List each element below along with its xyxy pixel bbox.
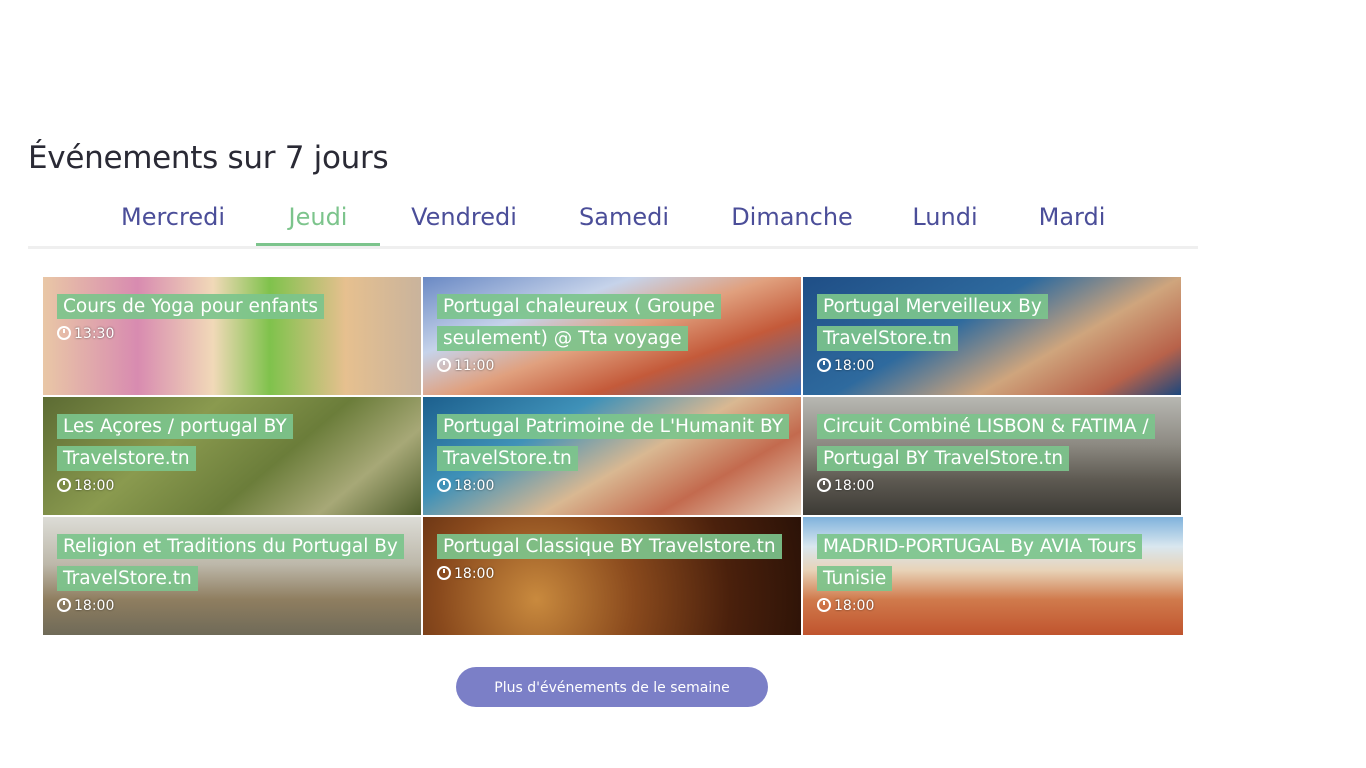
event-card[interactable]: MADRID-PORTUGAL By AVIA Tours Tunisie 18… [803, 517, 1183, 635]
clock-icon [437, 566, 451, 580]
event-card[interactable]: Portugal Merveilleux By TravelStore.tn 1… [803, 277, 1181, 395]
event-title: Portugal Patrimoine de L'Humanit BY Trav… [437, 414, 790, 471]
tab-dimanche[interactable]: Dimanche [716, 196, 868, 243]
event-time: 18:00 [57, 597, 409, 615]
clock-icon [57, 598, 71, 612]
event-title: Cours de Yoga pour enfants [57, 294, 325, 319]
clock-icon [817, 358, 831, 372]
section-title: Événements sur 7 jours [28, 140, 389, 176]
events-grid: Cours de Yoga pour enfants 13:30 Portuga… [43, 277, 1183, 637]
event-card[interactable]: Portugal Patrimoine de L'Humanit BY Trav… [423, 397, 801, 515]
clock-icon [817, 478, 831, 492]
event-title: Circuit Combiné LISBON & FATIMA / Portug… [817, 414, 1155, 471]
event-time: 11:00 [437, 357, 789, 375]
tab-mercredi[interactable]: Mercredi [106, 196, 240, 243]
event-time: 18:00 [437, 565, 789, 583]
tab-vendredi[interactable]: Vendredi [396, 196, 532, 243]
event-time: 18:00 [817, 597, 1171, 615]
tab-jeudi[interactable]: Jeudi [256, 196, 380, 246]
tab-samedi[interactable]: Samedi [564, 196, 684, 243]
event-card[interactable]: Les Açores / portugal BY Travelstore.tn … [43, 397, 421, 515]
clock-icon [57, 478, 71, 492]
clock-icon [437, 478, 451, 492]
event-card[interactable]: Religion et Traditions du Portugal By Tr… [43, 517, 421, 635]
event-time: 18:00 [57, 477, 409, 495]
event-card[interactable]: Portugal chaleureux ( Groupe seulement) … [423, 277, 801, 395]
event-time: 18:00 [817, 477, 1169, 495]
event-time: 13:30 [57, 325, 409, 343]
event-title: Portugal chaleureux ( Groupe seulement) … [437, 294, 721, 351]
event-title: Religion et Traditions du Portugal By Tr… [57, 534, 404, 591]
more-events-button[interactable]: Plus d'événements de le semaine [456, 667, 768, 707]
event-card[interactable]: Cours de Yoga pour enfants 13:30 [43, 277, 421, 395]
event-title: Les Açores / portugal BY Travelstore.tn [57, 414, 293, 471]
tab-mardi[interactable]: Mardi [1022, 196, 1122, 243]
event-card[interactable]: Portugal Classique BY Travelstore.tn 18:… [423, 517, 801, 635]
tab-lundi[interactable]: Lundi [900, 196, 990, 243]
day-tabs: Mercredi Jeudi Vendredi Samedi Dimanche … [28, 196, 1198, 249]
event-time: 18:00 [817, 357, 1169, 375]
clock-icon [437, 358, 451, 372]
event-time: 18:00 [437, 477, 789, 495]
event-title: Portugal Classique BY Travelstore.tn [437, 534, 782, 559]
event-title: Portugal Merveilleux By TravelStore.tn [817, 294, 1048, 351]
event-card[interactable]: Circuit Combiné LISBON & FATIMA / Portug… [803, 397, 1181, 515]
clock-icon [57, 326, 71, 340]
clock-icon [817, 598, 831, 612]
event-title: MADRID-PORTUGAL By AVIA Tours Tunisie [817, 534, 1143, 591]
